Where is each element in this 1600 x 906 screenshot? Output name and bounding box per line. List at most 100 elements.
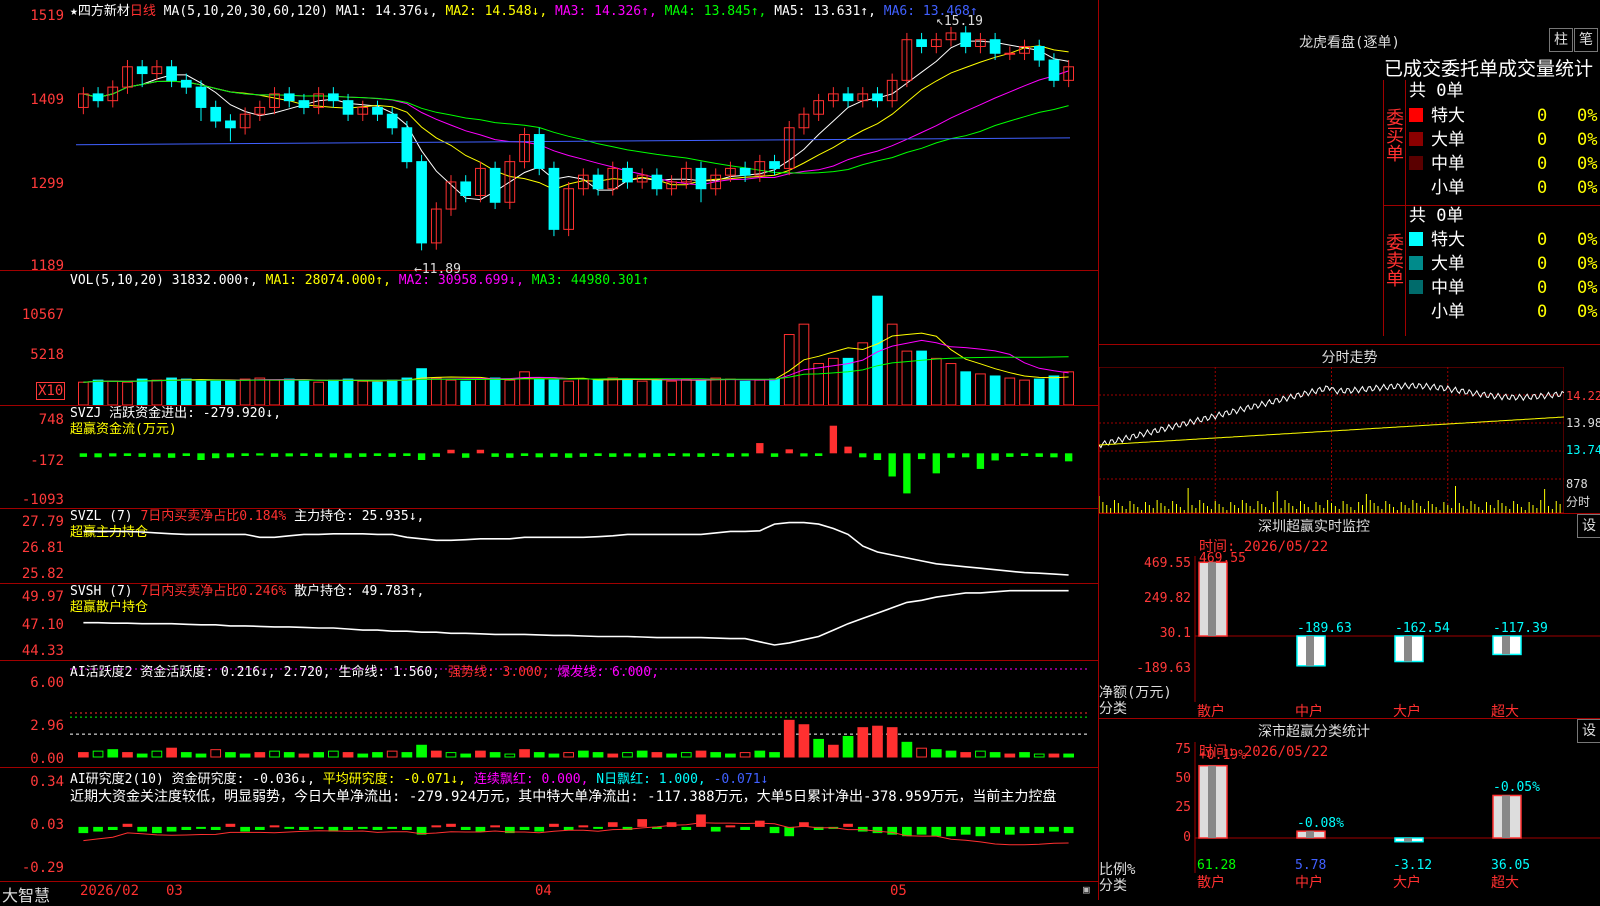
monitor-title: 深圳超赢实时监控 — [1258, 519, 1370, 535]
candle-body — [916, 39, 927, 47]
monitor-chart[interactable]: 469.55 249.82 30.1 -189.63 469.55 -189.63 -162… — [1099, 544, 1600, 718]
ai-research-pane[interactable]: AI研究度2(10) 资金研究度: -0.036↓, 平均研究度: -0.071… — [0, 768, 1098, 881]
row-percent: 0% — [1577, 254, 1598, 274]
row-count: 0 — [1537, 230, 1548, 250]
volume-pane[interactable]: VOL(5,10,20) 31832.000↑, MA1: 28074.000↑… — [0, 271, 1098, 406]
svsh-chart[interactable] — [70, 584, 1098, 660]
fenshi-chart[interactable] — [1099, 367, 1564, 513]
ai-active-bar — [78, 752, 89, 758]
ai-active-bar — [533, 752, 545, 758]
ai-research-bar — [210, 826, 221, 830]
date-bar: 大智慧 2026/02 03 04 05 ▣ — [0, 881, 1098, 905]
candle-body — [1048, 59, 1060, 81]
ai-research-bar — [872, 826, 883, 834]
volume-bar — [739, 380, 751, 405]
date-label-1: 2026/02 — [80, 883, 140, 899]
svzj-bar — [535, 453, 543, 458]
svzj-bar — [329, 453, 338, 458]
volume-bar — [357, 380, 369, 405]
candle-body — [592, 174, 604, 190]
row-percent: 0% — [1577, 278, 1598, 298]
ai-active-bar — [107, 749, 119, 758]
axis-tick-label: 25 — [1175, 800, 1191, 815]
ai-active-pane[interactable]: AI活跃度2 资金活跃度: 0.216↓, 2.720, 生命线: 1.560,… — [0, 661, 1098, 768]
svzl-pane[interactable]: SVZL (7) 7日内买卖净占比0.184% 主力持仓: 25.935↓, 超… — [0, 509, 1098, 584]
volume-bar — [945, 363, 957, 405]
ai-active-bar — [945, 750, 957, 758]
bar-mode-button[interactable]: 柱 — [1549, 28, 1573, 52]
monitor-settings-button[interactable]: 设 — [1577, 514, 1600, 538]
ma120-line — [75, 137, 1071, 146]
volume-bar — [930, 357, 942, 405]
candle-body — [416, 161, 427, 244]
price-axis-3: 1299 — [30, 176, 64, 192]
candle-body — [842, 93, 854, 102]
row-label: 小单 — [1431, 178, 1465, 198]
row-label: 大单 — [1431, 254, 1465, 274]
axis-tick-label: 0 — [1183, 830, 1191, 845]
candle-body — [166, 66, 177, 81]
ai-active-bar — [695, 750, 707, 758]
svzj-pane[interactable]: SVZJ 活跃资金进出: -279.920↓, 超赢资金流(万元) 748 -1… — [0, 406, 1098, 509]
ai-active-bar — [607, 753, 619, 758]
svzj-chart[interactable] — [70, 406, 1098, 508]
volume-bar — [92, 379, 104, 405]
row-count: 0 — [1537, 154, 1548, 174]
volume-bar — [651, 379, 663, 405]
ai-research-bar — [710, 826, 721, 832]
ai-active-bar — [313, 752, 324, 758]
svzj-bar — [359, 453, 367, 457]
ai-active-bar — [298, 753, 310, 758]
row-label: 中单 — [1431, 278, 1465, 298]
ai-research-chart[interactable] — [70, 768, 1098, 881]
svzj-bar — [373, 453, 382, 456]
fenshi-panel[interactable]: 分时走势 14.22 13.98 13.74 878 分时 — [1099, 345, 1600, 514]
category-label: 大户 — [1393, 874, 1421, 891]
volume-bar — [430, 377, 442, 405]
ai-active-bar — [548, 753, 560, 758]
price-axis-2: 1409 — [30, 92, 64, 108]
svsh-pane[interactable]: SVSH (7) 7日内买卖净占比0.246% 散户持仓: 49.783↑, 超… — [0, 584, 1098, 661]
volume-bar — [1048, 375, 1060, 405]
tick-mode-button[interactable]: 笔 — [1574, 28, 1598, 52]
ai-active-chart[interactable] — [70, 661, 1098, 767]
bar-value-label: -0.08% — [1297, 816, 1344, 831]
ai-research-bar — [681, 826, 692, 830]
fenshi-title: 分时走势 — [1321, 350, 1378, 366]
row-percent: 0% — [1577, 106, 1598, 126]
volume-chart[interactable] — [70, 291, 1098, 405]
bar-shade — [1502, 636, 1510, 655]
row-percent: 0% — [1577, 154, 1598, 174]
volume-bar — [1019, 379, 1030, 405]
volume-bar — [813, 363, 825, 405]
candle-body — [548, 167, 560, 230]
svzl-chart[interactable] — [70, 509, 1098, 583]
bar-bottom-value: 5.78 — [1295, 858, 1326, 873]
classify-panel: 深市超赢分类统计 设 时间: 2026/05/22 比例% 分类 75 50 25 0… — [1099, 719, 1600, 900]
ai-research-bar — [931, 826, 942, 837]
volume-bar — [298, 380, 310, 405]
svzj-bar — [520, 453, 529, 456]
volume-bar — [401, 377, 413, 405]
vol-ma1: MA1: 28074.000↑, — [265, 273, 391, 288]
svzj-bar — [314, 453, 323, 457]
svzj-bar — [829, 425, 838, 454]
classify-chart[interactable]: 75 50 25 0 +0.19% -0.08% -0.05% 61.28 5.78 -3.12 3… — [1099, 739, 1600, 900]
svzj-bar — [785, 449, 793, 454]
ai-active-bar — [989, 752, 1001, 758]
volume-bar — [386, 379, 398, 405]
candle-body — [769, 161, 780, 169]
volume-bar — [254, 377, 266, 405]
ai-research-bar — [254, 826, 265, 830]
ai-research-axis-1: 0.34 — [30, 774, 64, 790]
bar-大户 — [1394, 635, 1424, 663]
ai-active-bar — [636, 750, 648, 758]
legend-swatch — [1409, 180, 1423, 194]
svzj-bar — [609, 453, 617, 457]
category-label: 中户 — [1295, 703, 1323, 718]
lock-icon[interactable]: ▣ — [1083, 883, 1090, 896]
price-pane[interactable]: ★四方新材日线 MA(5,10,20,30,60,120) MA1: 14.37… — [0, 0, 1098, 277]
candlestick-chart[interactable] — [70, 16, 1098, 270]
svzj-bar — [344, 453, 352, 458]
legend-swatch — [1409, 232, 1423, 246]
